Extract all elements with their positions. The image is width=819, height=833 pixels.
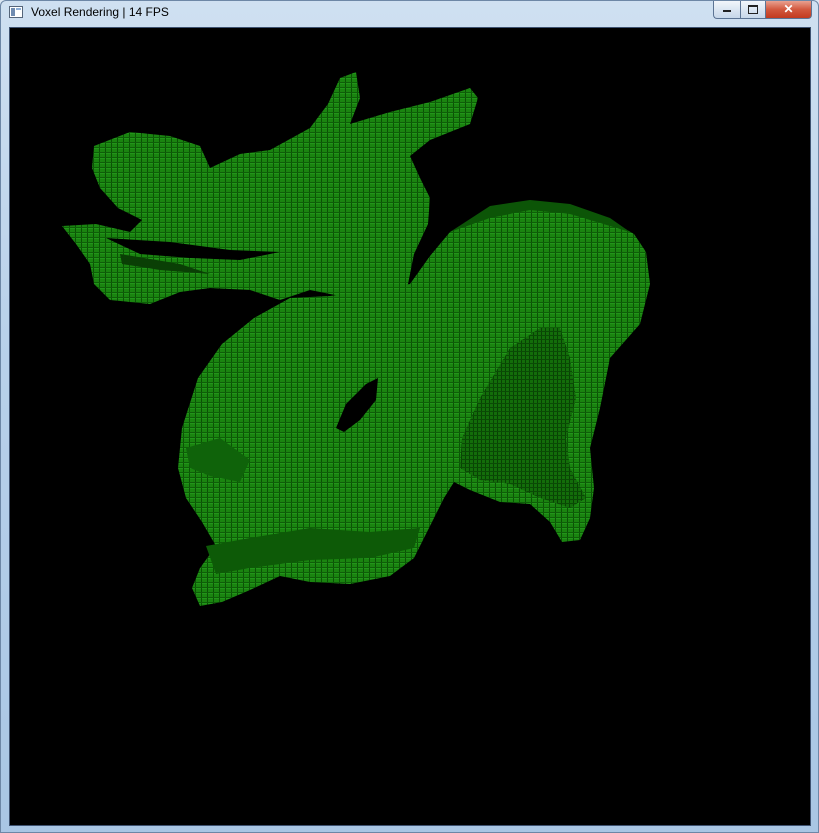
- maximize-icon: [748, 4, 758, 14]
- maximize-button[interactable]: [740, 1, 766, 19]
- close-icon: ✕: [783, 2, 794, 16]
- dragon-head: [62, 72, 478, 304]
- close-button[interactable]: ✕: [766, 1, 812, 19]
- render-viewport[interactable]: [9, 27, 811, 826]
- dragon-voxel-model: [62, 72, 650, 606]
- window-title: Voxel Rendering | 14 FPS: [31, 5, 169, 19]
- window-app-icon[interactable]: [9, 6, 23, 18]
- app-window: Voxel Rendering | 14 FPS ✕: [0, 0, 819, 833]
- minimize-button[interactable]: [713, 1, 740, 19]
- title-bar[interactable]: Voxel Rendering | 14 FPS ✕: [1, 1, 818, 27]
- caption-buttons: ✕: [713, 1, 812, 19]
- minimize-icon: [723, 10, 731, 13]
